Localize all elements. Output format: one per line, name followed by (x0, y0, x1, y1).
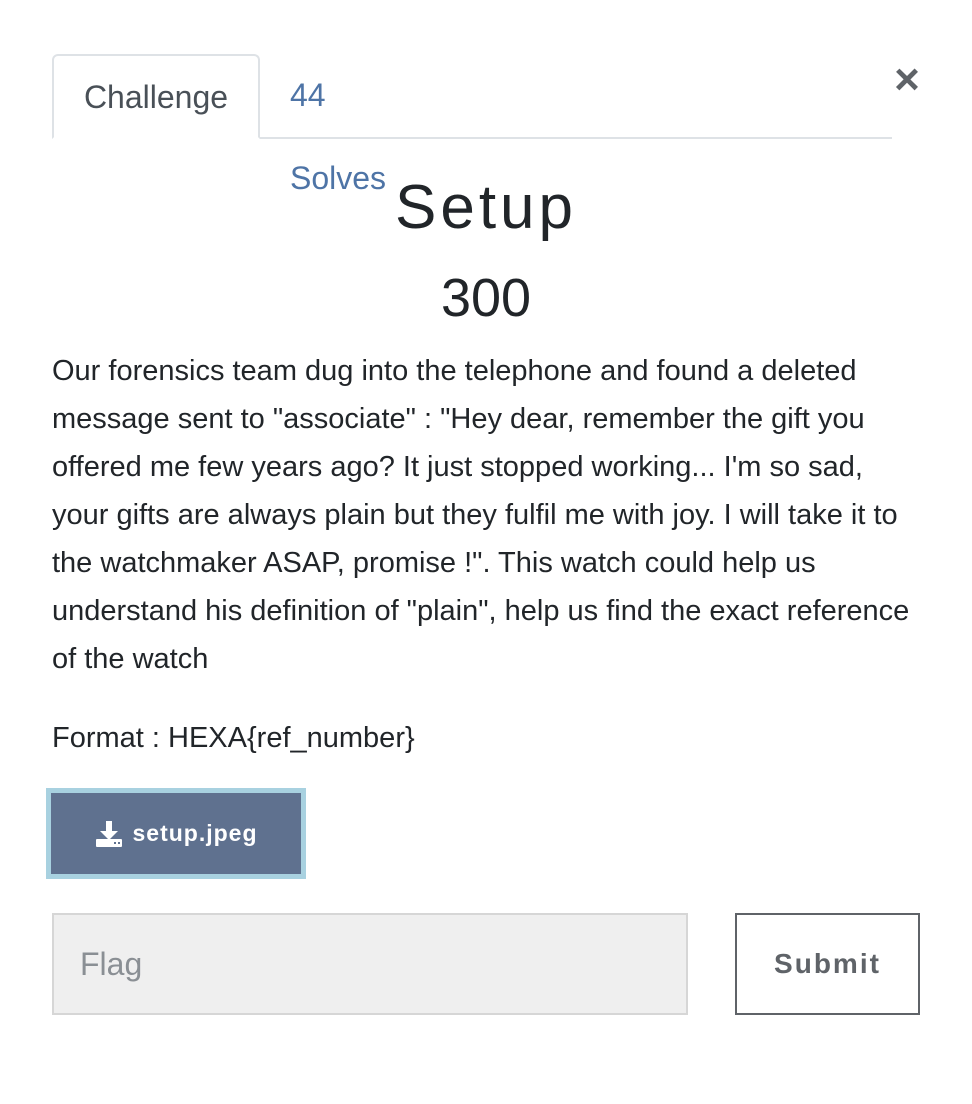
download-icon (94, 819, 124, 849)
download-file-button[interactable]: setup.jpeg (46, 788, 306, 879)
challenge-points: 300 (440, 268, 532, 328)
challenge-description: Our forensics team dug into the telephon… (52, 355, 910, 675)
submit-button[interactable]: Submit (735, 913, 920, 1015)
close-button[interactable]: × (888, 58, 926, 102)
challenge-title: Setup (394, 173, 578, 242)
challenge-tabs: Challenge 44 Solves (52, 54, 892, 196)
tab-challenge[interactable]: Challenge (52, 54, 260, 139)
flag-format-text: Format : HEXA{ref_number} (52, 722, 415, 754)
file-name-label: setup.jpeg (132, 820, 258, 846)
flag-input[interactable] (52, 913, 688, 1015)
tab-solves[interactable]: 44 Solves (290, 54, 430, 196)
